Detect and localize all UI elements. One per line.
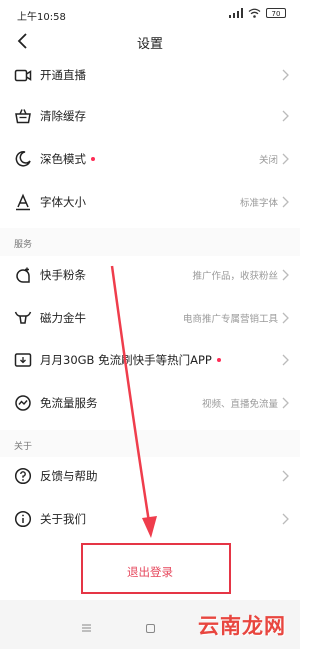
chevron-right-icon (282, 110, 289, 122)
row-value: 视频、直播免流量 (201, 399, 278, 410)
row-label: 磁力金牛 (40, 311, 86, 325)
promo-icon (16, 267, 30, 283)
row-label: 免流量服务 (40, 396, 98, 410)
data-card-icon (14, 353, 32, 367)
row-value: 电商推广专属营销工具 (182, 314, 278, 325)
row-live[interactable]: 开通直播 (0, 56, 300, 94)
row-label: 关于我们 (40, 512, 86, 526)
red-dot-badge (91, 156, 95, 161)
row-feedback-help[interactable]: 反馈与帮助 (0, 457, 300, 495)
row-magnetic-bull[interactable]: 磁力金牛 电商推广专属营销工具 (0, 299, 300, 337)
row-label: 反馈与帮助 (40, 469, 98, 483)
row-free-data-30gb[interactable]: 月月30GB 免流刷快手等热门APP (0, 341, 300, 379)
menu-icon[interactable] (82, 624, 91, 632)
section-header-service: 服务 (0, 228, 300, 256)
help-icon (14, 467, 32, 485)
moon-icon (15, 151, 31, 167)
row-dark-mode[interactable]: 深色模式 关闭 (0, 140, 300, 178)
chevron-right-icon (282, 513, 289, 525)
camera-icon (14, 69, 32, 82)
info-icon (14, 510, 32, 528)
chevron-right-icon (282, 269, 289, 281)
section-header-about: 关于 (0, 430, 300, 458)
chevron-right-icon (282, 470, 289, 482)
row-font-size[interactable]: 字体大小 标准字体 (0, 183, 300, 221)
section-title: 服务 (14, 240, 33, 250)
row-about-us[interactable]: 关于我们 (0, 500, 300, 538)
row-value: 推广作品，收获粉丝 (192, 271, 278, 282)
chevron-right-icon (282, 69, 289, 81)
bull-icon (14, 311, 32, 324)
chevron-right-icon (282, 153, 289, 165)
traffic-icon (15, 395, 31, 411)
row-value: 标准字体 (239, 198, 278, 209)
status-time: 上午10:58 (17, 12, 66, 23)
section-title: 关于 (14, 442, 33, 452)
chevron-right-icon (282, 397, 289, 409)
battery-icon: 70 (266, 8, 286, 18)
status-icons: 70 (229, 7, 286, 19)
row-fans-boost[interactable]: 快手粉条 推广作品，收获粉丝 (0, 256, 300, 294)
font-size-icon (16, 193, 30, 211)
status-bar: 上午10:58 70 (0, 0, 300, 26)
row-free-traffic[interactable]: 免流量服务 视频、直播免流量 (0, 384, 300, 422)
row-label: 清除缓存 (40, 109, 86, 123)
wifi-icon (248, 8, 261, 18)
header-bar: 设置 (0, 26, 300, 56)
row-label: 快手粉条 (40, 268, 86, 282)
red-dot-badge (216, 357, 221, 362)
chevron-right-icon (282, 312, 289, 324)
chevron-right-icon (282, 354, 289, 366)
watermark-logo: 云南龙网 (198, 613, 286, 638)
row-clear-cache[interactable]: 清除缓存 (0, 97, 300, 135)
basket-icon (15, 109, 31, 124)
row-value: 关闭 (258, 155, 278, 166)
row-label: 深色模式 (40, 151, 95, 167)
row-label: 字体大小 (40, 195, 86, 209)
signal-icon (229, 8, 243, 18)
annotation-highlight-box (81, 543, 231, 594)
home-icon[interactable] (146, 624, 155, 633)
page-title: 设置 (136, 37, 163, 52)
row-label: 月月30GB 免流刷快手等热门APP (40, 352, 221, 368)
row-label: 开通直播 (40, 68, 86, 82)
chevron-right-icon (282, 196, 289, 208)
